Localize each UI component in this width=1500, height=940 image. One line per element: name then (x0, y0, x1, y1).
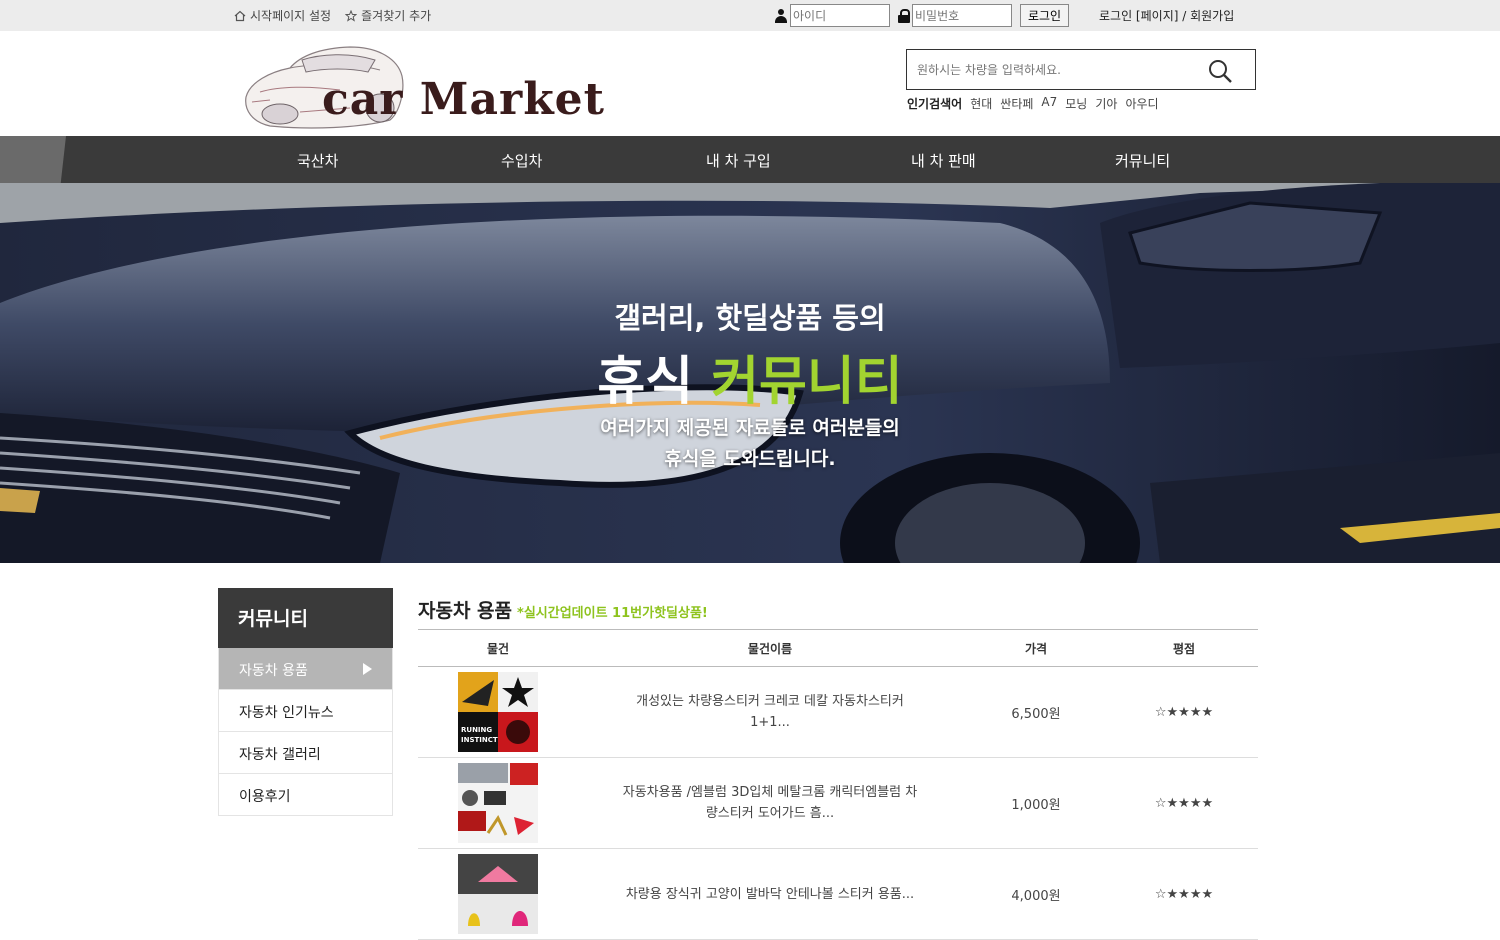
product-thumb-cell[interactable] (418, 848, 578, 940)
product-price: 4,000원 (962, 848, 1110, 940)
product-table: 물건 물건이름 가격 평점 RUNING INSTINCT 개성있는 차량용스티… (418, 629, 1258, 940)
product-thumbnail[interactable] (458, 854, 538, 934)
popular-term[interactable]: 아우디 (1125, 95, 1158, 112)
id-input[interactable] (790, 4, 890, 27)
nav-item-community[interactable]: 커뮤니티 (1115, 150, 1170, 171)
popular-label: 인기검색어 (907, 97, 963, 111)
set-homepage-link[interactable]: 시작페이지 설정 (234, 7, 331, 24)
hero-line-4: 휴식을 도와드립니다. (664, 448, 836, 470)
product-rating: ☆★★★★ (1110, 757, 1258, 849)
table-row[interactable]: RUNING INSTINCT 개성있는 차량용스티커 크레코 데칼 자동차스티… (418, 666, 1258, 758)
product-thumbnail[interactable]: RUNING INSTINCT (458, 672, 538, 752)
product-rating: ☆★★★★ (1110, 848, 1258, 940)
search-box (906, 49, 1256, 90)
nav-item-domestic[interactable]: 국산차 (297, 150, 338, 171)
lock-icon (898, 8, 910, 23)
product-name[interactable]: 자동차용품 /엠블럼 3D입체 메탈크롬 캐릭터엠블럼 차량스티커 도어가드 흠… (578, 757, 962, 849)
table-row[interactable]: 자동차용품 /엠블럼 3D입체 메탈크롬 캐릭터엠블럼 차량스티커 도어가드 흠… (418, 757, 1258, 849)
col-item-name: 물건이름 (578, 629, 962, 667)
hero-line-1: 갤러리, 핫딜상품 등의 (614, 301, 886, 335)
login-form: 로그인 (774, 4, 1069, 27)
sidebar-title: 커뮤니티 (218, 588, 393, 648)
hero-description: 여러가지 제공된 자료들로 여러분들의 휴식을 도와드립니다. (0, 413, 1500, 475)
search-icon[interactable] (1207, 58, 1233, 84)
add-bookmark-label: 즐겨찾기 추가 (361, 9, 432, 23)
popular-term[interactable]: A7 (1041, 95, 1057, 112)
sidebar: 커뮤니티 자동차 용품 자동차 인기뉴스 자동차 갤러리 이용후기 (218, 588, 393, 816)
main-nav: 국산차 수입차 내 차 구입 내 차 판매 커뮤니티 (0, 136, 1500, 183)
hero-banner: 갤러리, 핫딜상품 등의 휴식 커뮤니티 여러가지 제공된 자료들로 여러분들의… (0, 183, 1500, 563)
col-rating: 평점 (1110, 629, 1258, 667)
set-homepage-label: 시작페이지 설정 (250, 9, 332, 23)
product-thumb-cell[interactable] (418, 757, 578, 849)
site-logo[interactable]: car Market (240, 42, 620, 132)
logo-text: car Market (322, 74, 606, 125)
nav-item-imported[interactable]: 수입차 (501, 150, 542, 171)
product-rating: ☆★★★★ (1110, 666, 1258, 758)
product-name[interactable]: 차량용 장식귀 고양이 발바닥 안테나볼 스티커 용품... (578, 848, 962, 940)
nav-item-buy[interactable]: 내 차 구입 (706, 150, 771, 171)
hero-line-2-white: 휴식 (597, 352, 694, 412)
member-links[interactable]: 로그인 [페이지] / 회원가입 (1099, 7, 1234, 24)
popular-term[interactable]: 모닝 (1065, 95, 1087, 112)
popular-term[interactable]: 기아 (1095, 95, 1117, 112)
hero-line-3: 여러가지 제공된 자료들로 여러분들의 (600, 417, 900, 439)
product-thumb-cell[interactable]: RUNING INSTINCT (418, 666, 578, 758)
hero-line-2-accent: 커뮤니티 (711, 352, 903, 412)
nav-item-sell[interactable]: 내 차 판매 (911, 150, 976, 171)
svg-text:RUNING: RUNING (461, 726, 492, 734)
popular-term[interactable]: 싼타페 (1000, 95, 1033, 112)
search-input[interactable] (907, 50, 1197, 89)
sidebar-item-popular-news[interactable]: 자동차 인기뉴스 (218, 690, 393, 732)
popular-term[interactable]: 현대 (970, 95, 992, 112)
popular-searches: 인기검색어 현대 싼타페 A7 모닝 기아 아우디 (907, 95, 1159, 112)
star-icon (345, 9, 358, 22)
product-name[interactable]: 개성있는 차량용스티커 크레코 데칼 자동차스티커 1+1... (578, 666, 962, 758)
table-header-row: 물건 물건이름 가격 평점 (418, 629, 1258, 667)
col-item: 물건 (418, 629, 578, 667)
person-icon (774, 8, 788, 23)
svg-text:INSTINCT: INSTINCT (461, 736, 498, 744)
add-bookmark-link[interactable]: 즐겨찾기 추가 (345, 7, 431, 24)
content-title: 자동차 용품 *실시간업데이트 11번가핫딜상품! (418, 596, 708, 623)
login-button[interactable]: 로그인 (1020, 4, 1069, 27)
sidebar-item-car-accessories[interactable]: 자동차 용품 (218, 648, 393, 690)
sidebar-item-gallery[interactable]: 자동차 갤러리 (218, 732, 393, 774)
product-price: 1,000원 (962, 757, 1110, 849)
product-thumbnail[interactable] (458, 763, 538, 843)
table-row[interactable]: 차량용 장식귀 고양이 발바닥 안테나볼 스티커 용품... 4,000원 ☆★… (418, 848, 1258, 940)
sidebar-item-reviews[interactable]: 이용후기 (218, 774, 393, 816)
hero-line-2: 휴식 커뮤니티 (0, 339, 1500, 414)
col-price: 가격 (962, 629, 1110, 667)
top-left-links: 시작페이지 설정 즐겨찾기 추가 (234, 7, 431, 24)
product-price: 6,500원 (962, 666, 1110, 758)
top-utility-bar: 시작페이지 설정 즐겨찾기 추가 로그인 로그인 [페이지] / 회원가입 (0, 0, 1500, 31)
nav-accent (0, 136, 66, 183)
page-title: 자동차 용품 (418, 600, 513, 622)
password-input[interactable] (912, 4, 1012, 27)
home-icon (234, 10, 246, 21)
page-subtitle: *실시간업데이트 11번가핫딜상품! (517, 606, 708, 621)
